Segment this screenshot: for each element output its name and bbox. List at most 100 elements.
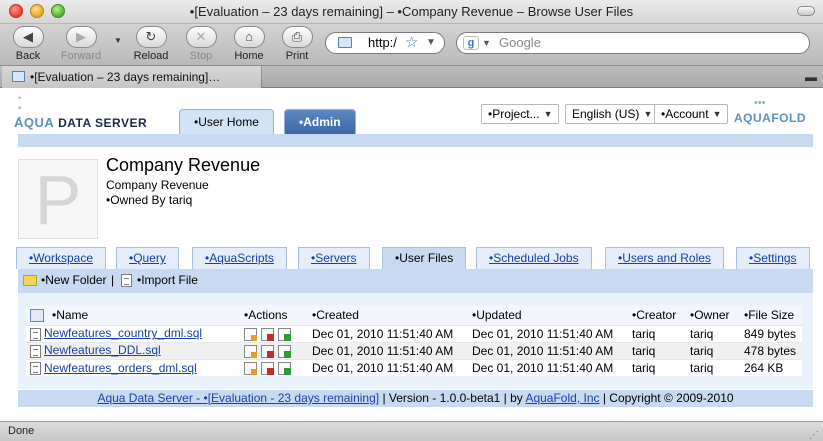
project-owner: •Owned By tariq xyxy=(106,193,193,207)
search-placeholder: Google xyxy=(499,35,541,50)
logo-data-server-text: DATA SERVER xyxy=(54,116,148,130)
back-label: Back xyxy=(15,50,41,62)
column-header-file-size[interactable]: •File Size xyxy=(740,305,802,325)
home-button[interactable]: ⌂ Home xyxy=(228,26,270,62)
file-size-cell: 264 KB xyxy=(740,358,802,376)
column-header-creator[interactable]: •Creator xyxy=(628,305,686,325)
tab-admin[interactable]: •Admin xyxy=(284,109,356,134)
import-file-label: •Import File xyxy=(137,273,198,287)
tab-users-and-roles[interactable]: •Users and Roles xyxy=(605,247,724,269)
file-link[interactable]: Newfeatures_DDL.sql xyxy=(44,343,161,357)
column-header-updated[interactable]: •Updated xyxy=(468,305,628,325)
tab-workspace[interactable]: •Workspace xyxy=(16,247,107,269)
browser-status-bar: Done ⋰ xyxy=(0,421,823,441)
reload-button[interactable]: ↻ Reload xyxy=(130,26,172,62)
table-header-row: •Name •Actions •Created •Updated •Creato… xyxy=(26,305,802,325)
creator-cell: tariq xyxy=(628,358,686,376)
edit-icon[interactable] xyxy=(278,344,291,358)
toolbar-toggle-button[interactable] xyxy=(797,6,815,16)
tab-list-menu-icon[interactable]: ▬ xyxy=(805,70,817,84)
browser-toolbar: ◀ Back ▶ Forward ▼ ↻ Reload ✕ Stop ⌂ Hom… xyxy=(0,24,823,66)
page-icon xyxy=(12,71,25,82)
web-page: • • • AQUA DATA SERVER •User Home •Admin… xyxy=(0,89,823,421)
delete-icon[interactable] xyxy=(261,327,274,341)
chevron-down-icon: ▼ xyxy=(643,109,653,119)
page-footer: Aqua Data Server - •[Evaluation - 23 day… xyxy=(18,390,813,407)
google-icon[interactable]: g xyxy=(463,36,479,50)
project-select-value: •Project... xyxy=(488,107,540,121)
search-engine-dropdown-icon[interactable]: ▼ xyxy=(482,33,491,53)
file-actions-cell xyxy=(240,358,308,376)
language-select-value: English (US) xyxy=(572,107,640,121)
print-button[interactable]: ⎙ Print xyxy=(276,26,318,62)
back-button[interactable]: ◀ Back xyxy=(7,26,49,62)
column-header-owner[interactable]: •Owner xyxy=(686,305,740,325)
delete-icon[interactable] xyxy=(261,344,274,358)
creator-cell: tariq xyxy=(628,324,686,342)
project-select[interactable]: •Project... ▼ xyxy=(481,104,559,124)
new-folder-button[interactable]: •New Folder xyxy=(23,269,107,291)
stop-button[interactable]: ✕ Stop xyxy=(180,26,222,62)
copyright-text: | Copyright © 2009-2010 xyxy=(599,391,734,405)
project-avatar: P xyxy=(18,159,98,239)
tab-servers[interactable]: •Servers xyxy=(298,247,370,269)
window-titlebar: •[Evaluation – 23 days remaining] – •Com… xyxy=(0,0,823,24)
header-folder-icon xyxy=(26,305,48,325)
updated-cell: Dec 01, 2010 11:51:40 AM xyxy=(468,324,628,342)
account-select[interactable]: •Account ▼ xyxy=(654,104,728,124)
printer-icon: ⎙ xyxy=(281,26,313,48)
header-divider-bar xyxy=(18,134,813,147)
home-icon: ⌂ xyxy=(233,26,265,48)
page-icon xyxy=(338,37,352,48)
bookmark-star-icon[interactable]: ☆ xyxy=(405,33,418,53)
stop-icon: ✕ xyxy=(185,26,217,48)
tab-query[interactable]: •Query xyxy=(116,247,179,269)
column-header-created[interactable]: •Created xyxy=(308,305,468,325)
download-icon[interactable] xyxy=(244,361,257,375)
download-icon[interactable] xyxy=(244,344,257,358)
chevron-down-icon: ▼ xyxy=(712,109,722,119)
address-text: http:/ xyxy=(368,35,397,50)
tab-scheduled-jobs[interactable]: •Scheduled Jobs xyxy=(476,247,592,269)
import-file-button[interactable]: •Import File xyxy=(121,269,198,291)
tab-aquascripts[interactable]: •AquaScripts xyxy=(192,247,287,269)
url-dropdown-icon[interactable]: ▼ xyxy=(426,33,436,53)
file-name-cell: Newfeatures_DDL.sql xyxy=(26,341,240,359)
logo-drops-icon: ••• xyxy=(754,97,766,109)
file-size-cell: 478 bytes xyxy=(740,341,802,359)
resize-grip-icon[interactable]: ⋰ xyxy=(809,426,819,441)
forward-arrow-icon: ▶ xyxy=(65,26,97,48)
sql-file-icon xyxy=(30,361,41,375)
table-row: Newfeatures_orders_dml.sql Dec 01, 2010 … xyxy=(26,358,802,376)
reload-label: Reload xyxy=(133,50,169,62)
chevron-down-icon: ▼ xyxy=(543,109,553,119)
edit-icon[interactable] xyxy=(278,361,291,375)
actions-separator: | xyxy=(111,273,115,287)
search-input[interactable]: g ▼ Google xyxy=(456,32,810,54)
product-link[interactable]: Aqua Data Server - •[Evaluation - 23 day… xyxy=(97,391,379,405)
aquafold-logo[interactable]: ••• AQUAFOLD xyxy=(734,97,810,129)
delete-icon[interactable] xyxy=(261,361,274,375)
browser-tab[interactable]: •[Evaluation – 23 days remaining]… xyxy=(2,66,262,88)
download-icon[interactable] xyxy=(244,327,257,341)
tab-settings[interactable]: •Settings xyxy=(736,247,810,269)
tab-user-files[interactable]: •User Files xyxy=(382,247,467,270)
new-folder-icon xyxy=(23,275,37,287)
language-select[interactable]: English (US) ▼ xyxy=(565,104,659,124)
column-header-name[interactable]: •Name xyxy=(48,305,240,325)
history-dropdown-icon[interactable]: ▼ xyxy=(114,36,122,45)
tab-user-home[interactable]: •User Home xyxy=(179,109,274,135)
edit-icon[interactable] xyxy=(278,327,291,341)
aquafold-logo-text: AQUAFOLD xyxy=(734,111,806,125)
created-cell: Dec 01, 2010 11:51:40 AM xyxy=(308,341,468,359)
created-cell: Dec 01, 2010 11:51:40 AM xyxy=(308,324,468,342)
browser-tab-label: •[Evaluation – 23 days remaining]… xyxy=(30,70,221,84)
table-row: Newfeatures_country_dml.sql Dec 01, 2010… xyxy=(26,324,802,342)
new-folder-label: •New Folder xyxy=(41,273,107,287)
file-link[interactable]: Newfeatures_orders_dml.sql xyxy=(44,361,197,375)
company-link[interactable]: AquaFold, Inc xyxy=(525,391,599,405)
forward-button[interactable]: ▶ Forward xyxy=(55,26,107,62)
address-bar[interactable]: http:/ ☆ ▼ xyxy=(325,32,445,54)
file-link[interactable]: Newfeatures_country_dml.sql xyxy=(44,326,202,340)
sql-file-icon xyxy=(30,327,41,341)
